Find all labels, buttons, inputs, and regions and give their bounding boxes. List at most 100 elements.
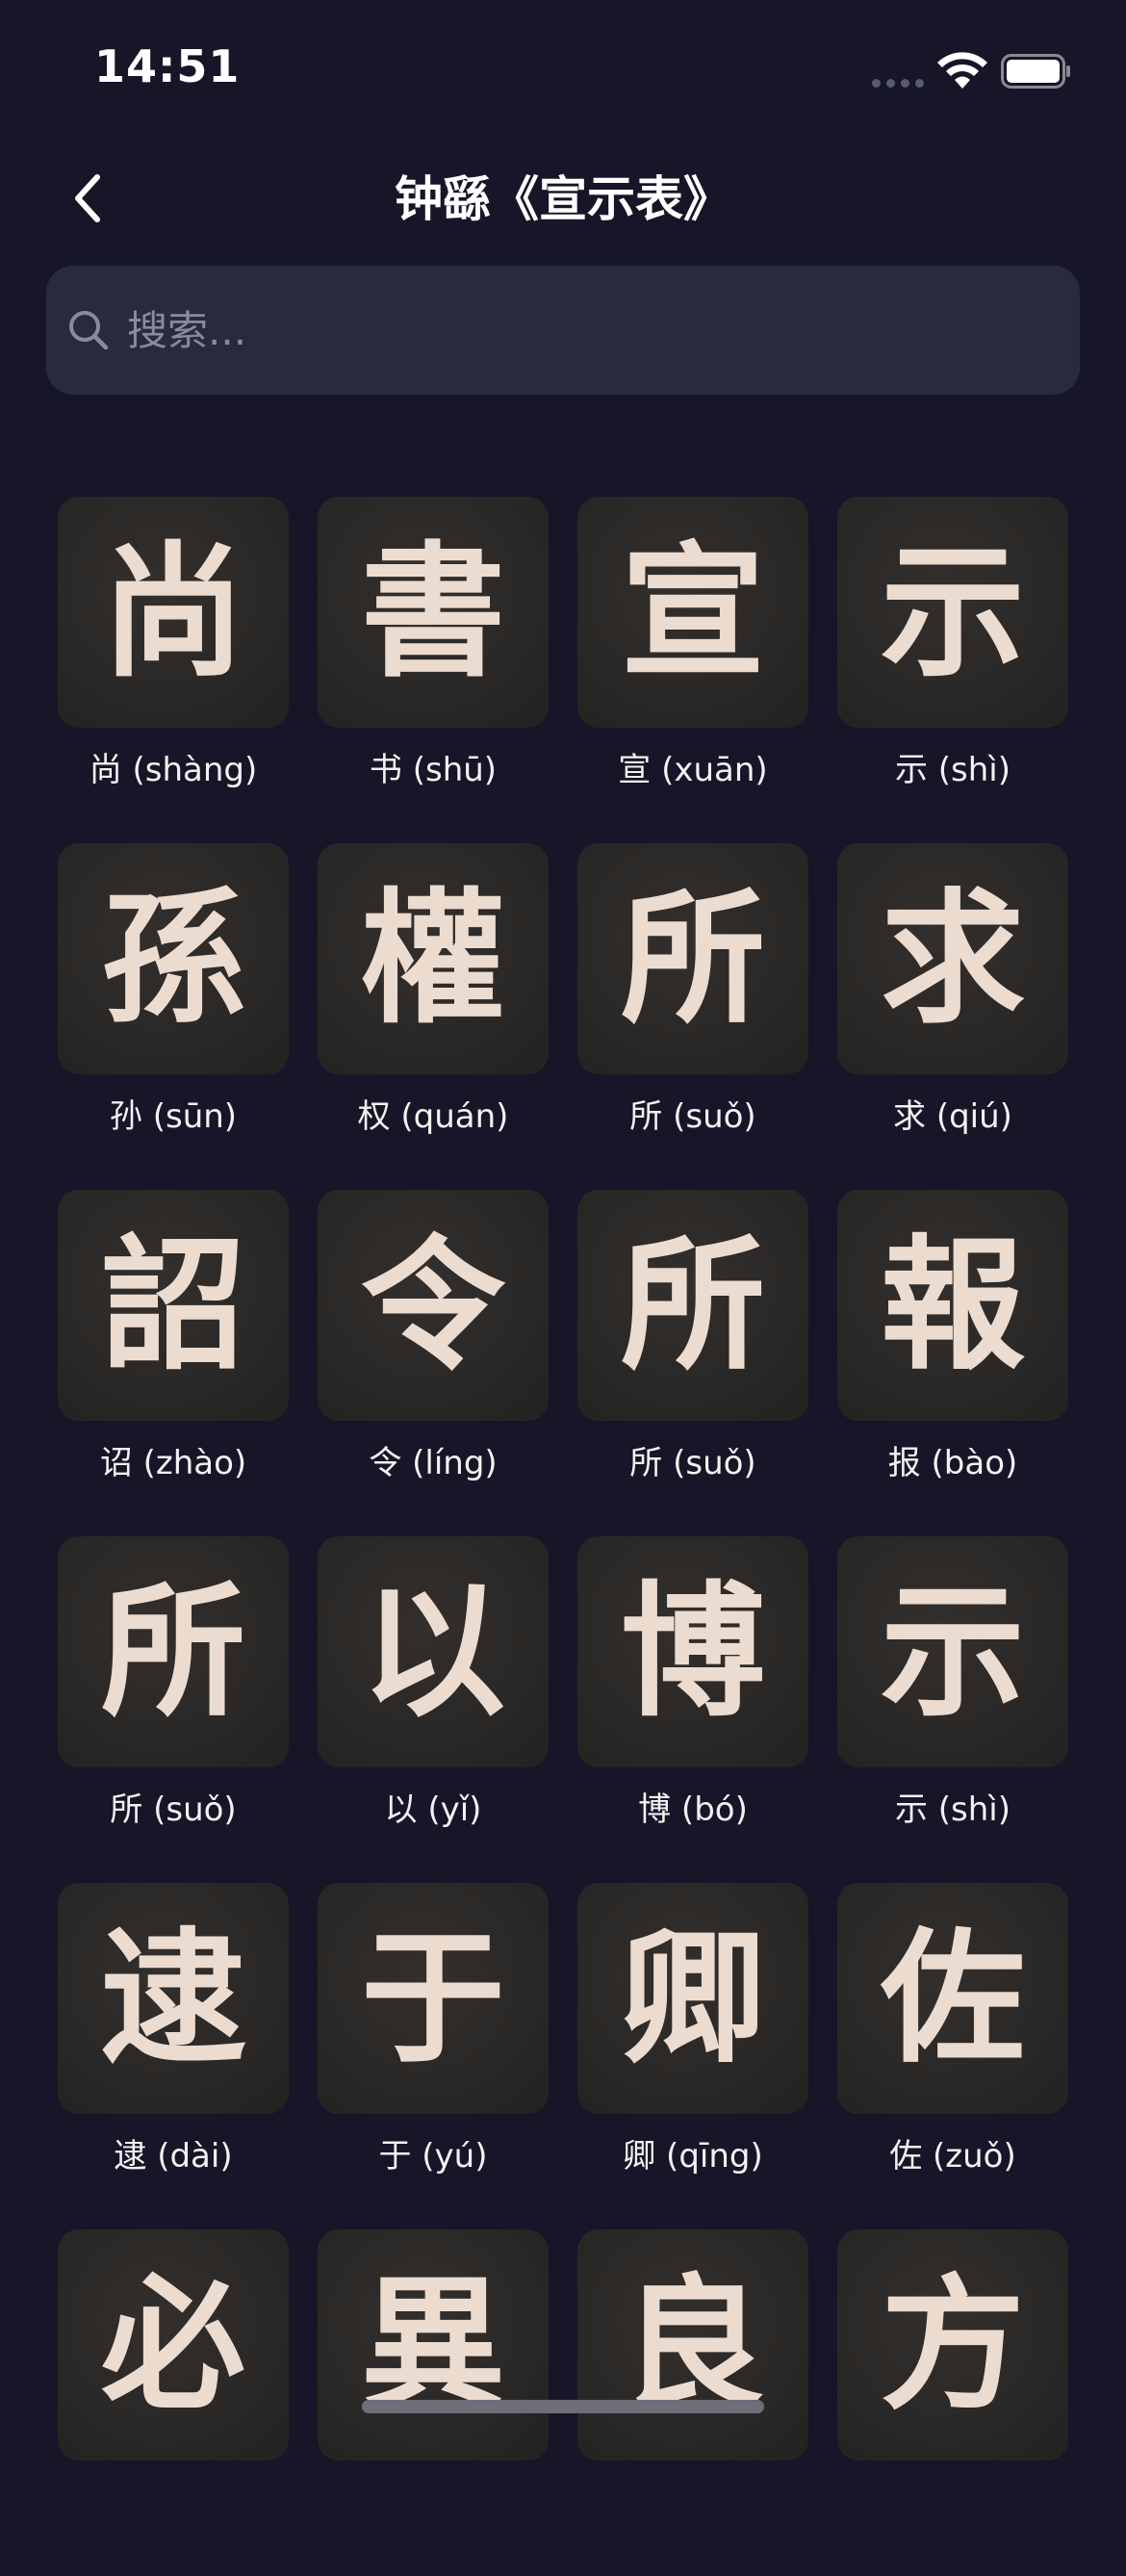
character-label: 求 (qiú) <box>893 1097 1012 1136</box>
character-glyph: 尚 <box>100 528 245 697</box>
character-image: 令 <box>318 1190 549 1421</box>
character-glyph: 于 <box>360 1914 505 2083</box>
character-card[interactable]: 所 所 (suǒ) <box>58 1536 289 1883</box>
status-time: 14:51 <box>94 40 241 92</box>
character-card[interactable]: 卿 卿 (qīng) <box>577 1883 808 2229</box>
character-image: 博 <box>577 1536 808 1767</box>
home-indicator[interactable] <box>362 2400 764 2413</box>
character-glyph: 必 <box>100 2260 245 2430</box>
character-glyph: 令 <box>360 1221 505 1390</box>
character-card[interactable]: 尚 尚 (shàng) <box>58 497 289 843</box>
character-glyph: 所 <box>620 1221 765 1390</box>
character-label: 所 (suǒ) <box>110 1790 237 1829</box>
search-bar[interactable] <box>46 266 1080 395</box>
search-icon <box>69 311 109 350</box>
character-label: 报 (bào) <box>887 1444 1018 1482</box>
character-label: 于 (yú) <box>378 2137 488 2176</box>
character-label: 书 (shū) <box>369 751 498 789</box>
character-label: 示 (shì) <box>894 1790 1011 1829</box>
character-label: 卿 (qīng) <box>623 2137 763 2176</box>
character-glyph: 求 <box>880 874 1025 1043</box>
character-label: 以 (yǐ) <box>384 1790 482 1829</box>
character-card[interactable]: 佐 佐 (zuǒ) <box>837 1883 1068 2229</box>
character-card[interactable]: 示 示 (shì) <box>837 497 1068 843</box>
character-card[interactable]: 所 所 (suǒ) <box>577 1190 808 1536</box>
character-glyph: 佐 <box>880 1914 1025 2083</box>
wifi-icon <box>937 52 987 89</box>
character-image: 必 <box>58 2229 289 2460</box>
character-label: 诏 (zhào) <box>99 1444 247 1482</box>
character-label: 令 (líng) <box>369 1444 498 1482</box>
cellular-signal-icon <box>872 79 924 88</box>
character-card[interactable]: 于 于 (yú) <box>318 1883 549 2229</box>
character-image: 異 <box>318 2229 549 2460</box>
character-label: 孙 (sūn) <box>109 1097 238 1136</box>
character-image: 良 <box>577 2229 808 2460</box>
character-glyph: 詔 <box>100 1221 245 1390</box>
character-label: 权 (quán) <box>357 1097 509 1136</box>
character-image: 宣 <box>577 497 808 728</box>
character-card[interactable]: 孫 孙 (sūn) <box>58 843 289 1190</box>
character-glyph: 宣 <box>620 528 765 697</box>
character-image: 逮 <box>58 1883 289 2114</box>
character-grid: 尚 尚 (shàng) 書 书 (shū) 宣 宣 (xuān) 示 示 (sh… <box>58 497 1068 2576</box>
search-input[interactable] <box>127 266 1080 395</box>
character-card[interactable]: 令 令 (líng) <box>318 1190 549 1536</box>
page-title: 钟繇《宣示表》 <box>395 171 731 227</box>
character-image: 求 <box>837 843 1068 1074</box>
character-image: 于 <box>318 1883 549 2114</box>
character-glyph: 權 <box>360 874 505 1043</box>
character-card[interactable]: 報 报 (bào) <box>837 1190 1068 1536</box>
character-card[interactable]: 示 示 (shì) <box>837 1536 1068 1883</box>
character-card[interactable]: 詔 诏 (zhào) <box>58 1190 289 1536</box>
character-glyph: 異 <box>360 2260 505 2430</box>
character-image: 示 <box>837 1536 1068 1767</box>
character-glyph: 方 <box>880 2260 1025 2430</box>
character-card[interactable]: 逮 逮 (dài) <box>58 1883 289 2229</box>
character-card[interactable]: 以 以 (yǐ) <box>318 1536 549 1883</box>
character-image: 報 <box>837 1190 1068 1421</box>
character-card[interactable]: 書 书 (shū) <box>318 497 549 843</box>
character-glyph: 示 <box>880 1567 1025 1737</box>
character-card[interactable]: 必 <box>58 2229 289 2576</box>
character-card[interactable]: 宣 宣 (xuān) <box>577 497 808 843</box>
character-label: 博 (bó) <box>638 1790 748 1829</box>
character-glyph: 書 <box>360 528 505 697</box>
character-glyph: 卿 <box>620 1914 765 2083</box>
character-image: 示 <box>837 497 1068 728</box>
character-label: 所 (suǒ) <box>629 1444 756 1482</box>
status-bar: 14:51 <box>0 0 1126 135</box>
character-glyph: 逮 <box>100 1914 245 2083</box>
character-image: 所 <box>577 843 808 1074</box>
character-label: 所 (suǒ) <box>629 1097 756 1136</box>
character-image: 詔 <box>58 1190 289 1421</box>
character-image: 尚 <box>58 497 289 728</box>
character-card[interactable]: 所 所 (suǒ) <box>577 843 808 1190</box>
chevron-left-icon <box>75 174 100 222</box>
character-label: 示 (shì) <box>894 751 1011 789</box>
character-image: 佐 <box>837 1883 1068 2114</box>
character-glyph: 所 <box>620 874 765 1043</box>
character-glyph: 所 <box>100 1567 245 1737</box>
character-glyph: 博 <box>620 1567 765 1737</box>
character-glyph: 示 <box>880 528 1025 697</box>
character-card[interactable]: 權 权 (quán) <box>318 843 549 1190</box>
character-label: 宣 (xuān) <box>618 751 768 789</box>
character-label: 逮 (dài) <box>114 2137 233 2176</box>
character-image: 所 <box>58 1536 289 1767</box>
character-label: 佐 (zuǒ) <box>889 2137 1016 2176</box>
character-card[interactable]: 方 <box>837 2229 1068 2576</box>
battery-icon <box>1001 54 1070 89</box>
back-button[interactable] <box>58 164 115 233</box>
character-label: 尚 (shàng) <box>89 751 258 789</box>
character-card[interactable]: 求 求 (qiú) <box>837 843 1068 1190</box>
character-card[interactable]: 博 博 (bó) <box>577 1536 808 1883</box>
character-image: 以 <box>318 1536 549 1767</box>
character-glyph: 孫 <box>100 874 245 1043</box>
character-image: 權 <box>318 843 549 1074</box>
character-glyph: 良 <box>620 2260 765 2430</box>
character-image: 孫 <box>58 843 289 1074</box>
character-image: 書 <box>318 497 549 728</box>
character-image: 卿 <box>577 1883 808 2114</box>
character-glyph: 報 <box>880 1221 1025 1390</box>
